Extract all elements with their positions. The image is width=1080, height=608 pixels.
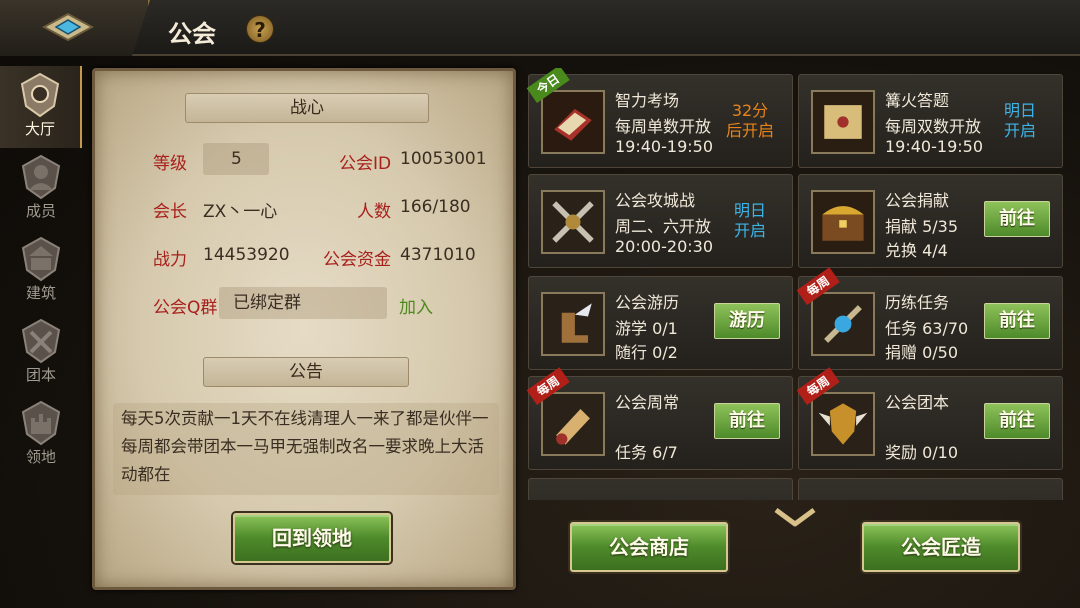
treasure-chest-icon: [811, 190, 875, 254]
nav-label-building: 建筑: [25, 284, 56, 302]
level-label: 等级: [153, 154, 187, 174]
activity-time: 20:00-20:30: [615, 237, 713, 256]
side-nav: 大厅 成员 建筑 团本 领地: [0, 60, 82, 608]
scroll-map-icon: [811, 90, 875, 154]
back-button[interactable]: [0, 0, 150, 56]
activity-card-donation[interactable]: 公会捐献 捐献 5/35 兑换 4/4 前往: [798, 174, 1063, 268]
winged-shield-icon: [811, 392, 875, 456]
activity-progress-1: 任务 63/70: [885, 319, 969, 338]
activity-card-training-task[interactable]: 每周 历练任务 任务 63/70 捐赠 0/50 前往: [796, 267, 1063, 370]
nav-item-members[interactable]: 成员: [0, 148, 82, 230]
nav-label-territory: 领地: [25, 448, 56, 466]
activity-status: 明日 开启: [733, 201, 766, 240]
guild-info-panel: 战心 等级 5 公会ID 10053001 会长 ZX丶一心 人数 166/18…: [92, 68, 516, 590]
activity-title: 公会游历: [615, 293, 680, 312]
notice-header: 公告: [203, 357, 409, 387]
guild-craft-button[interactable]: 公会匠造: [862, 522, 1020, 572]
nav-item-territory[interactable]: 领地: [0, 394, 82, 476]
activity-status: 明日 开启: [1003, 101, 1036, 140]
activity-card-siege[interactable]: 公会攻城战 周二、六开放 20:00-20:30 明日 开启: [528, 174, 793, 268]
members-icon: [21, 154, 61, 200]
page-title: 公会: [168, 20, 216, 48]
nav-label-raid: 团本: [25, 366, 56, 384]
activity-title: 公会周常: [615, 393, 680, 412]
activity-grid: 今日 智力考场 每周单数开放 19:40-19:50 32分 后开启 篝火答题 …: [524, 68, 1072, 500]
hall-icon: [20, 72, 60, 118]
funds-value: 4371010: [400, 245, 476, 265]
qq-group-label: 公会Q群: [153, 298, 218, 318]
travel-button[interactable]: 游历: [714, 303, 780, 339]
join-qq-link[interactable]: 加入: [399, 293, 433, 318]
nav-item-hall[interactable]: 大厅: [0, 66, 82, 148]
go-button[interactable]: 前往: [984, 403, 1050, 439]
activity-schedule: 每周单数开放: [615, 117, 712, 136]
level-value: 5: [203, 143, 269, 175]
guild-id-label: 公会ID: [339, 154, 392, 174]
back-arrow-icon: [42, 12, 94, 42]
activity-progress-2: 随行 0/2: [615, 343, 678, 362]
activity-progress-1: 游学 0/1: [615, 319, 678, 338]
scroll-down-chevron-icon[interactable]: [772, 506, 818, 530]
activity-card-weekly-routine[interactable]: 每周 公会周常 任务 6/7 前往: [526, 367, 793, 470]
activity-title: 历练任务: [885, 293, 950, 312]
activity-card-intellect-exam[interactable]: 今日 智力考场 每周单数开放 19:40-19:50 32分 后开启: [526, 68, 793, 168]
power-value: 14453920: [203, 245, 290, 265]
help-icon[interactable]: ?: [246, 15, 274, 43]
activity-card-guild-raid[interactable]: 每周 公会团本 奖励 0/10 前往: [796, 367, 1063, 470]
activity-progress-1: 奖励 0/10: [885, 443, 959, 462]
crossed-swords-icon: [541, 190, 605, 254]
activity-card-travel[interactable]: 公会游历 游学 0/1 随行 0/2 游历: [528, 276, 793, 370]
activity-schedule: 每周双数开放: [885, 117, 982, 136]
activity-progress-2: 兑换 4/4: [885, 241, 948, 260]
notice-text: 每天5次贡献一1天不在线清理人一来了都是伙伴一每周都会带团本一马甲无强制改名一要…: [113, 403, 499, 495]
activity-card-bonfire-quiz[interactable]: 篝火答题 每周双数开放 19:40-19:50 明日 开启: [798, 74, 1063, 168]
nav-item-building[interactable]: 建筑: [0, 230, 82, 312]
activity-schedule: 周二、六开放: [615, 217, 712, 236]
activity-title: 智力考场: [615, 91, 680, 110]
leader-label: 会长: [153, 202, 187, 222]
funds-label: 公会资金: [323, 250, 391, 270]
top-bar: 公会 ?: [0, 0, 1080, 56]
activity-title: 公会攻城战: [615, 191, 696, 210]
guild-shop-button[interactable]: 公会商店: [570, 522, 728, 572]
book-icon: [541, 90, 605, 154]
activity-progress-1: 捐献 5/35: [885, 217, 959, 236]
activity-title: 公会团本: [885, 393, 950, 412]
activity-status: 32分 后开启: [725, 101, 774, 140]
activity-title: 篝火答题: [885, 91, 950, 110]
activity-time: 19:40-19:50: [615, 137, 713, 156]
raid-icon: [21, 318, 61, 364]
activity-title: 公会捐献: [885, 191, 950, 210]
activity-progress-2: 捐赠 0/50: [885, 343, 959, 362]
sword-orb-icon: [811, 292, 875, 356]
scroll-icon: [541, 392, 605, 456]
activity-card-partial: [528, 478, 793, 500]
power-label: 战力: [153, 250, 187, 270]
qq-group-value: 已绑定群: [219, 287, 387, 319]
activity-card-partial: [798, 478, 1063, 500]
building-icon: [21, 236, 61, 282]
nav-label-hall: 大厅: [24, 120, 55, 138]
guild-name: 战心: [185, 93, 429, 123]
territory-icon: [21, 400, 61, 446]
return-territory-button[interactable]: 回到领地: [233, 513, 391, 563]
go-button[interactable]: 前往: [984, 201, 1050, 237]
activity-time: 19:40-19:50: [885, 137, 983, 156]
nav-label-members: 成员: [25, 202, 56, 220]
go-button[interactable]: 前往: [984, 303, 1050, 339]
guild-id-value: 10053001: [400, 149, 487, 169]
winged-boot-icon: [541, 292, 605, 356]
go-button[interactable]: 前往: [714, 403, 780, 439]
leader-value: ZX丶一心: [203, 202, 278, 222]
activity-progress-1: 任务 6/7: [615, 443, 678, 462]
members-value: 166/180: [400, 197, 471, 217]
nav-item-raid[interactable]: 团本: [0, 312, 82, 394]
members-label: 人数: [357, 202, 391, 222]
